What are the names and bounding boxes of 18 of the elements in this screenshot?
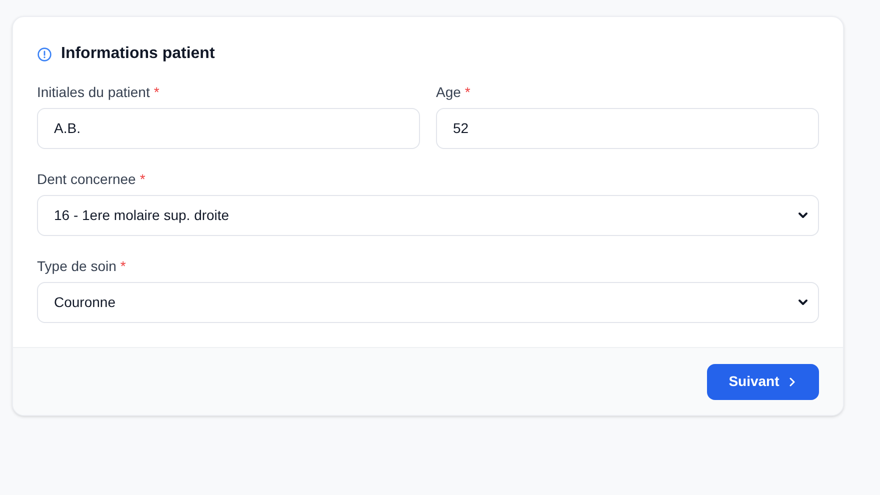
section-title: Informations patient [61, 44, 215, 64]
chevron-down-icon [798, 299, 808, 306]
required-asterisk: * [140, 170, 146, 188]
next-button[interactable]: Suivant [707, 364, 819, 400]
field-label: Initiales du patient [37, 82, 150, 102]
field-label: Age [436, 82, 461, 102]
required-asterisk: * [154, 82, 160, 102]
select-dropdown[interactable]: Couronne [37, 282, 819, 323]
select-dropdown[interactable]: 16 - 1ere molaire sup. droite [37, 195, 819, 236]
chevron-down-icon [798, 212, 808, 219]
chevron-right-icon [787, 376, 798, 386]
field-label: Type de soin [37, 256, 116, 276]
input-field[interactable]: 52 [436, 108, 819, 149]
required-asterisk: * [120, 256, 126, 276]
info-icon [37, 46, 52, 62]
field-label: Dent concernee [37, 170, 136, 188]
required-asterisk: * [464, 82, 470, 102]
input-field[interactable]: A.B. [37, 108, 420, 149]
